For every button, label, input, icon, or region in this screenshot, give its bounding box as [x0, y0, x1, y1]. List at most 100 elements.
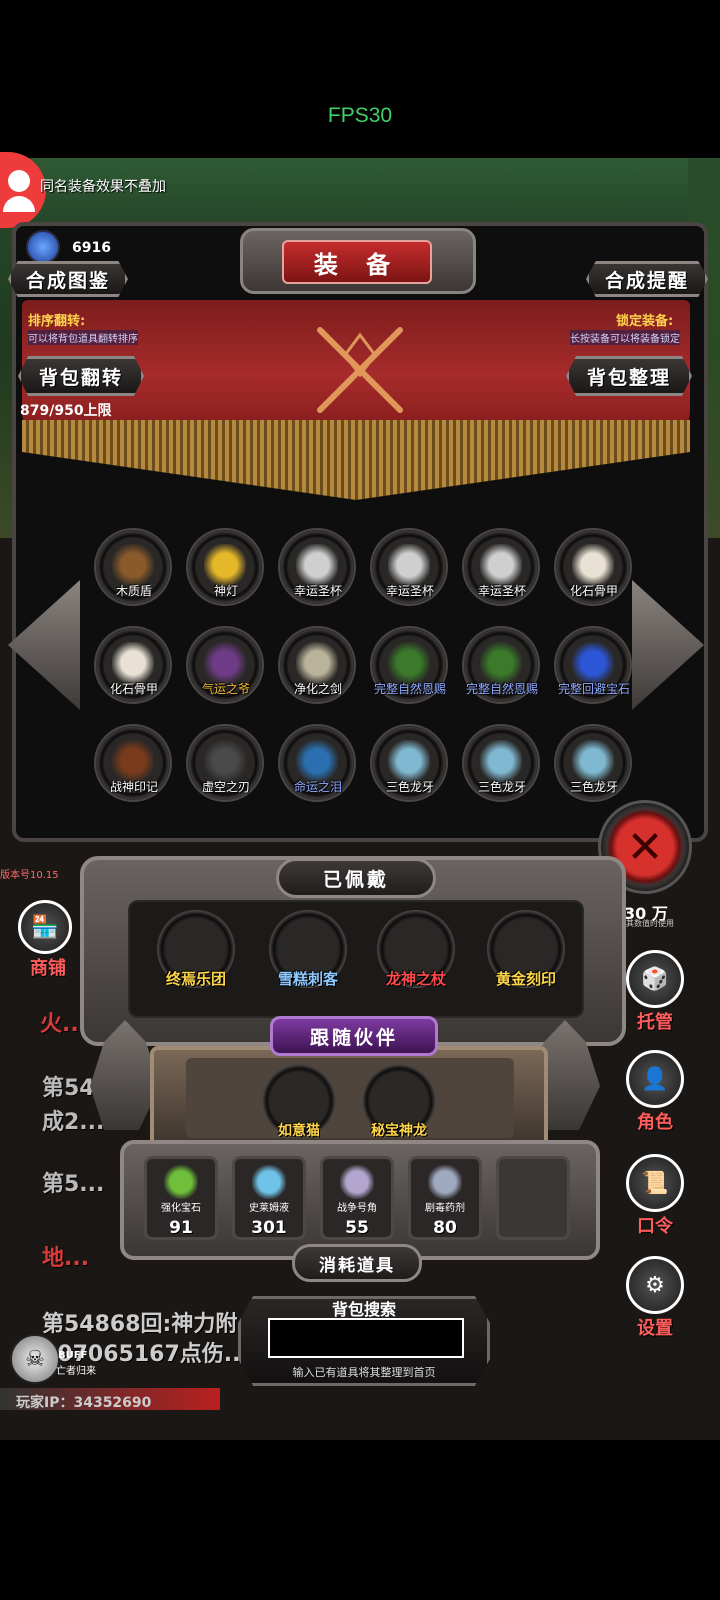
fortune-orb-icon	[204, 642, 246, 684]
lock-equip-desc: 长按装备可以将装备锁定	[570, 330, 680, 345]
settings-label: 设置	[637, 1318, 673, 1339]
equipped-item-label: 龙神之杖	[385, 970, 446, 988]
bag-search-input[interactable]	[268, 1318, 464, 1358]
item-label: 命运之泪	[293, 780, 342, 794]
buff-sub: 亡者归来	[56, 1366, 96, 1377]
companion-pet[interactable]: 秘宝神龙	[354, 1064, 444, 1140]
player-ip: 玩家IP：34352690	[16, 1395, 152, 1411]
shop-label: 商铺	[30, 958, 66, 979]
inventory-slot[interactable]: 三色龙牙	[456, 722, 548, 820]
lock-equip-label: 锁定装备:	[616, 314, 674, 329]
inventory-slot[interactable]: 命运之泪	[272, 722, 364, 820]
nature-gift-icon	[480, 642, 522, 684]
gear-icon: ⚙	[626, 1256, 684, 1314]
item-label: 气运之爷	[201, 682, 250, 696]
silver-sub: 其数值时使用	[626, 919, 674, 928]
inventory-slot[interactable]: 战神印记	[88, 722, 180, 820]
manage-label: 托管	[637, 1012, 673, 1033]
pet-label: 如意猫	[278, 1123, 320, 1139]
sort-flip-label: 排序翻转:	[28, 314, 86, 329]
equipped-item-label: 雪糕刺客	[277, 970, 338, 988]
code-button[interactable]: 📜 口令	[622, 1154, 688, 1238]
item-label: 三色龙牙	[569, 780, 618, 794]
page-title: 装 备	[282, 240, 432, 284]
inventory-slot[interactable]: 净化之剑	[272, 624, 364, 722]
shop-icon: 🏪	[18, 900, 72, 954]
consumable-slot[interactable]: 剧毒药剂 80	[408, 1156, 482, 1240]
equipped-item-label: 终焉乐团	[165, 970, 226, 988]
consumable-count: 91	[169, 1218, 193, 1238]
sword-icon	[296, 642, 338, 684]
dragon-fang-icon	[480, 740, 522, 782]
consumable-name: 剧毒药剂	[425, 1203, 465, 1214]
equipped-item[interactable]: 终焉乐团	[146, 910, 246, 989]
inventory-slot[interactable]: 完整回避宝石	[548, 624, 640, 722]
consumables-title: 消耗道具	[292, 1244, 422, 1282]
nature-gift-icon	[388, 642, 430, 684]
inventory-slot[interactable]: 完整自然恩赐	[364, 624, 456, 722]
item-label: 完整回避宝石	[557, 682, 630, 696]
equipped-item[interactable]: 龙神之杖	[366, 910, 466, 989]
war-seal-icon	[112, 740, 154, 782]
shop-button[interactable]: 🏪 商铺	[18, 900, 78, 986]
empty-slot[interactable]	[496, 1156, 570, 1240]
fate-tear-icon	[296, 740, 338, 782]
inventory-slot[interactable]: 化石骨甲	[548, 526, 640, 624]
synthesis-codex-button[interactable]: 合成图鉴	[8, 261, 128, 297]
log-line: 地...	[42, 1246, 90, 1271]
equipped-item[interactable]: 黄金刻印	[476, 910, 576, 989]
magic-lamp-icon	[204, 544, 246, 586]
wooden-shield-icon	[112, 544, 154, 586]
inventory-slot[interactable]: 木质盾	[88, 526, 180, 624]
dice-icon: 🎲	[626, 950, 684, 1008]
bag-flip-button[interactable]: 背包翻转	[18, 356, 144, 396]
scroll-icon: 📜	[626, 1154, 684, 1212]
inventory-slot[interactable]: 神灯	[180, 526, 272, 624]
inventory-slot[interactable]: 完整自然恩赐	[456, 624, 548, 722]
inventory-slot[interactable]: 化石骨甲	[88, 624, 180, 722]
dragon-fang-icon	[572, 740, 614, 782]
consumable-slot[interactable]: 史莱姆液 301	[232, 1156, 306, 1240]
log-line: 第5...	[42, 1172, 105, 1197]
consumable-slot[interactable]: 强化宝石 91	[144, 1156, 218, 1240]
consumable-count: 80	[433, 1218, 457, 1238]
role-button[interactable]: 👤 角色	[622, 1050, 688, 1134]
inventory-grid: 木质盾 神灯 幸运圣杯 幸运圣杯 幸运圣杯 化石骨甲 化石骨甲 气运之爷 净化之剑 完整自然恩赐完…	[88, 526, 640, 816]
synthesis-reminder-button[interactable]: 合成提醒	[586, 261, 708, 297]
grail-icon	[480, 544, 522, 586]
item-label: 幸运圣杯	[385, 584, 434, 598]
avatar-head-icon	[8, 170, 30, 192]
item-label: 完整自然恩赐	[373, 682, 446, 696]
enhance-gem-icon	[164, 1165, 198, 1199]
dragon-fang-icon	[388, 740, 430, 782]
bag-capacity: 879/950上限	[20, 403, 112, 419]
bag-sort-button[interactable]: 背包整理	[566, 356, 692, 396]
inventory-slot[interactable]: 三色龙牙	[364, 722, 456, 820]
fps-counter: FPS30	[327, 104, 393, 127]
skull-buff-icon[interactable]: ☠	[10, 1334, 60, 1384]
inventory-slot[interactable]: 幸运圣杯	[272, 526, 364, 624]
item-label: 战神印记	[109, 780, 158, 794]
log-line: 第54868回:神力附...	[42, 1312, 263, 1337]
companion-pet[interactable]: 如意猫	[254, 1064, 344, 1140]
inventory-slot[interactable]: 幸运圣杯	[456, 526, 548, 624]
equipped-item[interactable]: 雪糕刺客	[258, 910, 358, 989]
code-label: 口令	[637, 1216, 673, 1237]
sort-flip-desc: 可以将背包道具翻转排序	[28, 330, 138, 345]
consumable-name: 史莱姆液	[249, 1203, 289, 1214]
manage-button[interactable]: 🎲 托管	[622, 950, 688, 1034]
crossed-swords-icon	[317, 327, 403, 413]
item-label: 三色龙牙	[477, 780, 526, 794]
crystal-icon	[26, 230, 60, 264]
consumable-slot[interactable]: 战争号角 55	[320, 1156, 394, 1240]
buff-label: BUFF	[58, 1350, 88, 1361]
inventory-slot[interactable]: 虚空之刃	[180, 722, 272, 820]
equipped-title: 已佩戴	[276, 858, 436, 898]
consumable-name: 强化宝石	[161, 1203, 201, 1214]
item-label: 净化之剑	[293, 682, 342, 696]
inventory-slot[interactable]: 幸运圣杯	[364, 526, 456, 624]
inventory-slot[interactable]: 气运之爷	[180, 624, 272, 722]
equip-notice: 同名装备效果不叠加	[40, 179, 166, 195]
settings-button[interactable]: ⚙ 设置	[622, 1256, 688, 1340]
search-title: 背包搜索	[331, 1300, 396, 1319]
